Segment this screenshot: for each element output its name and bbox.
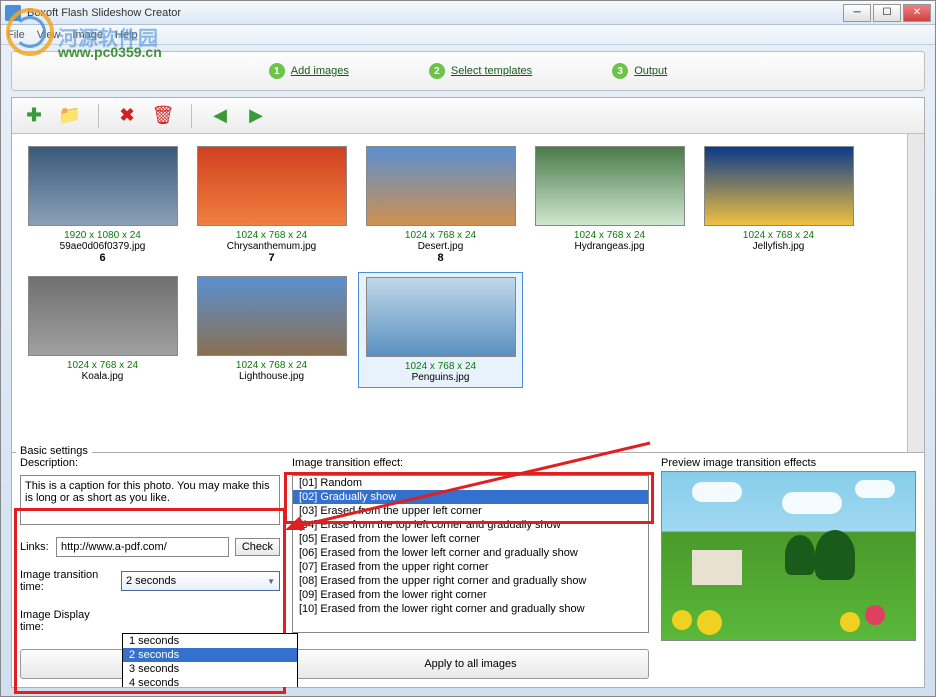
thumbnail-item[interactable]: 1920 x 1080 x 24 59ae0d06f0379.jpg 6 [20,142,185,268]
add-folder-button[interactable]: 📁 [58,104,82,128]
effect-label: Image transition effect: [292,457,649,469]
dropdown-option[interactable]: 3 seconds [123,662,297,676]
effect-option[interactable]: [06] Erased from the lower left corner a… [293,546,648,560]
thumbnail-item[interactable]: 1024 x 768 x 24 Desert.jpg 8 [358,142,523,268]
settings-panel: Description: Links: Check Image transiti… [12,452,924,687]
delete-all-button[interactable]: 🗑 [151,104,175,128]
maximize-button[interactable]: ☐ [873,4,901,22]
transition-time-label: Image transition time: [20,569,115,593]
apply-all-button[interactable]: Apply to all images [292,649,649,679]
thumbnail-item[interactable]: 1024 x 768 x 24 Koala.jpg [20,272,185,388]
effect-option[interactable]: [09] Erased from the lower right corner [293,588,648,602]
effect-option[interactable]: [10] Erased from the lower right corner … [293,602,648,616]
titlebar: Boxoft Flash Slideshow Creator ─ ☐ ✕ [1,1,935,25]
menu-help[interactable]: Help [115,29,138,41]
main-window: Boxoft Flash Slideshow Creator ─ ☐ ✕ Fil… [0,0,936,697]
thumbnail-item[interactable]: 1024 x 768 x 24 Jellyfish.jpg [696,142,861,268]
close-button[interactable]: ✕ [903,4,931,22]
thumbnail-item[interactable]: 1024 x 768 x 24 Chrysanthemum.jpg 7 [189,142,354,268]
content-panel: ✚ 📁 ✖ 🗑 ◀ ▶ 1920 x 1080 x 24 59ae0d06f03… [11,97,925,688]
delete-button[interactable]: ✖ [115,104,139,128]
display-time-label: Image Display time: [20,609,115,633]
effect-option[interactable]: [03] Erased from the upper left corner [293,504,648,518]
thumbnail-item[interactable]: 1024 x 768 x 24 Penguins.jpg [358,272,523,388]
app-icon [5,5,21,21]
transition-time-dropdown: 1 seconds2 seconds3 seconds4 seconds5 se… [122,633,298,688]
prev-button[interactable]: ◀ [208,104,232,128]
effect-option[interactable]: [02] Gradually show [293,490,648,504]
dropdown-option[interactable]: 4 seconds [123,676,297,688]
menubar: File View Image Help [1,25,935,45]
transition-time-select[interactable]: 2 seconds [121,571,280,591]
add-image-button[interactable]: ✚ [22,104,46,128]
links-label: Links: [20,541,50,553]
description-label: Description: [20,457,280,469]
steps-bar: 1 Add images 2 Select templates 3 Output [11,51,925,91]
minimize-button[interactable]: ─ [843,4,871,22]
menu-view[interactable]: View [37,29,61,41]
effect-option[interactable]: [04] Erase from the top left corner and … [293,518,648,532]
menu-image[interactable]: Image [72,29,103,41]
thumbnail-grid: 1920 x 1080 x 24 59ae0d06f0379.jpg 6 102… [12,134,907,452]
links-input[interactable] [56,537,229,557]
check-button[interactable]: Check [235,538,280,556]
preview-image [661,471,916,641]
description-input[interactable] [20,475,280,525]
thumbnail-item[interactable]: 1024 x 768 x 24 Hydrangeas.jpg [527,142,692,268]
effect-option[interactable]: [08] Erased from the upper right corner … [293,574,648,588]
preview-label: Preview image transition effects [661,457,916,469]
dropdown-option[interactable]: 2 seconds [123,648,297,662]
step-select-templates[interactable]: 2 Select templates [429,63,532,79]
next-button[interactable]: ▶ [244,104,268,128]
step-output[interactable]: 3 Output [612,63,667,79]
window-title: Boxoft Flash Slideshow Creator [27,7,843,19]
scrollbar[interactable] [907,134,924,452]
dropdown-option[interactable]: 1 seconds [123,634,297,648]
effect-option[interactable]: [01] Random [293,476,648,490]
effect-option[interactable]: [07] Erased from the upper right corner [293,560,648,574]
step-add-images[interactable]: 1 Add images [269,63,349,79]
thumbnail-item[interactable]: 1024 x 768 x 24 Lighthouse.jpg [189,272,354,388]
effect-list[interactable]: [01] Random[02] Gradually show[03] Erase… [292,475,649,633]
effect-option[interactable]: [05] Erased from the lower left corner [293,532,648,546]
menu-file[interactable]: File [7,29,25,41]
toolbar: ✚ 📁 ✖ 🗑 ◀ ▶ [12,98,924,134]
